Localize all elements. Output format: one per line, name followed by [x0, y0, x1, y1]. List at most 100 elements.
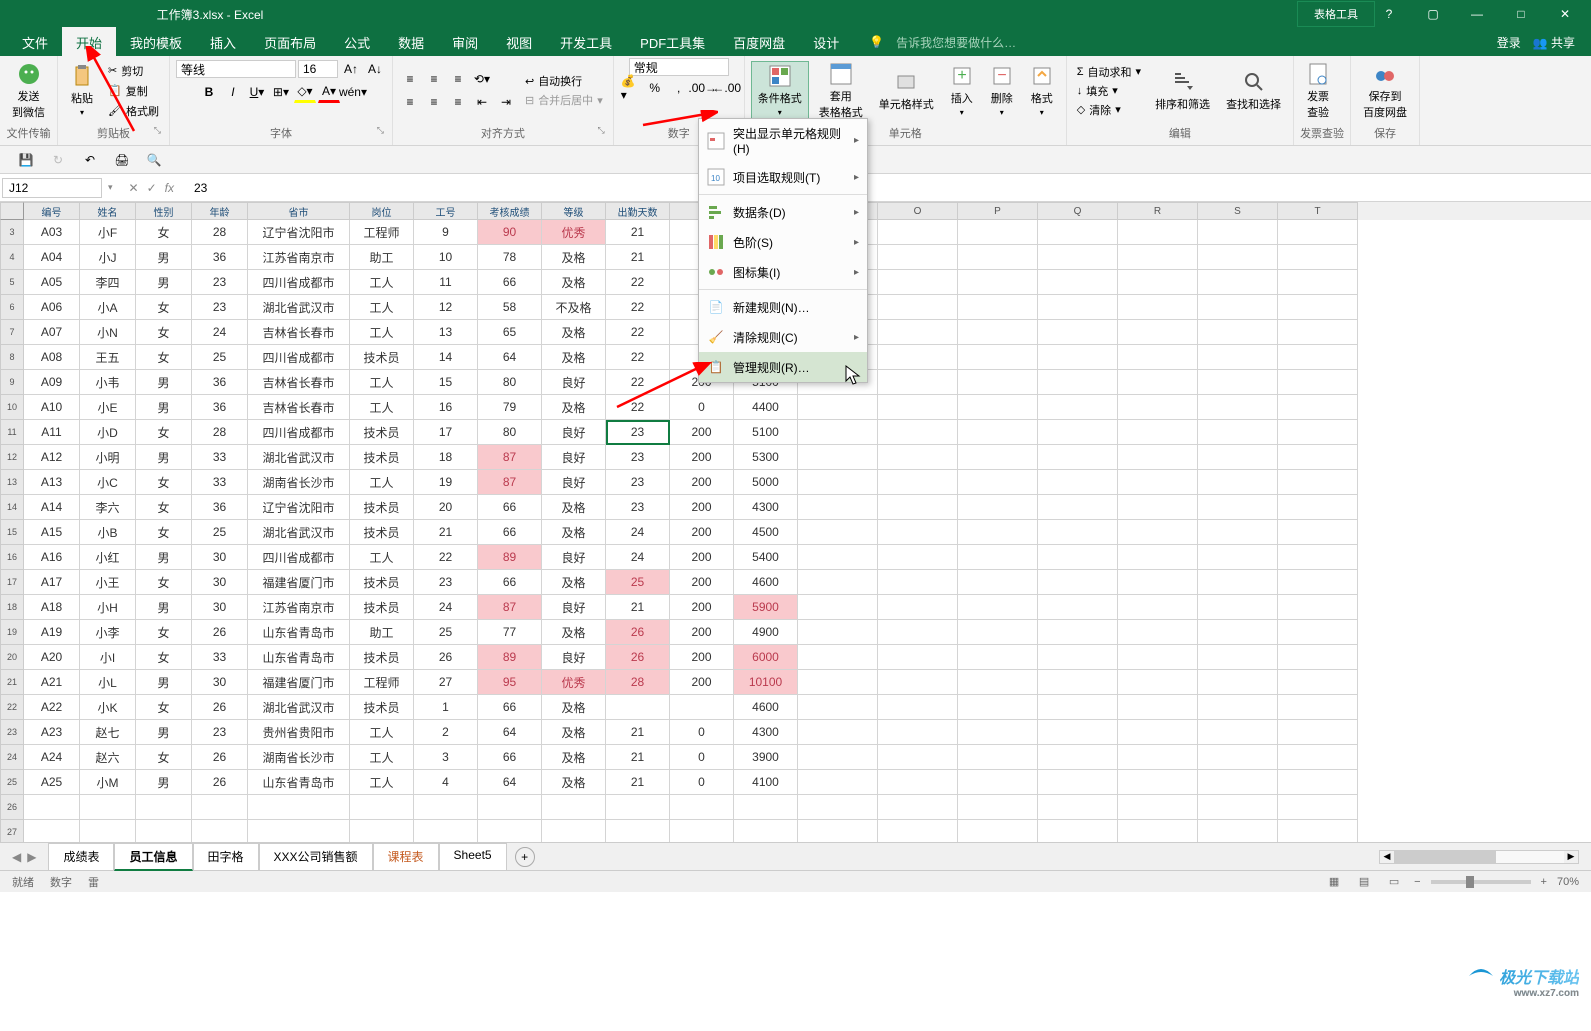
cell[interactable]: [542, 795, 606, 820]
cell[interactable]: 23: [192, 270, 248, 295]
cell[interactable]: 技术员: [350, 345, 414, 370]
cell[interactable]: [1118, 520, 1198, 545]
cell[interactable]: 3: [414, 745, 478, 770]
cell[interactable]: A25: [24, 770, 80, 795]
cell[interactable]: 66: [478, 520, 542, 545]
cell[interactable]: 女: [136, 620, 192, 645]
row-header[interactable]: 7: [0, 320, 24, 345]
cell[interactable]: [1198, 245, 1278, 270]
cell[interactable]: 及格: [542, 770, 606, 795]
cell[interactable]: 江苏省南京市: [248, 245, 350, 270]
cell[interactable]: 28: [192, 220, 248, 245]
cell[interactable]: [1278, 595, 1358, 620]
cell[interactable]: 22: [606, 295, 670, 320]
cell[interactable]: 26: [606, 620, 670, 645]
cell[interactable]: 78: [478, 245, 542, 270]
cell[interactable]: 女: [136, 470, 192, 495]
cell[interactable]: [958, 495, 1038, 520]
view-page-break-icon[interactable]: ▭: [1384, 872, 1404, 892]
menu-item-4[interactable]: 页面布局: [250, 27, 330, 58]
cell[interactable]: 64: [478, 720, 542, 745]
cell[interactable]: [798, 720, 878, 745]
cell[interactable]: 24: [192, 320, 248, 345]
cell[interactable]: A10: [24, 395, 80, 420]
cell[interactable]: [606, 795, 670, 820]
cell[interactable]: A17: [24, 570, 80, 595]
cell[interactable]: [878, 220, 958, 245]
cell[interactable]: [1198, 720, 1278, 745]
cell[interactable]: 及格: [542, 245, 606, 270]
send-wechat-button[interactable]: 发送 到微信: [6, 60, 51, 122]
cell[interactable]: [1278, 745, 1358, 770]
row-header[interactable]: 4: [0, 245, 24, 270]
cell[interactable]: 200: [670, 570, 734, 595]
menu-item-2[interactable]: 我的模板: [116, 27, 196, 58]
cell[interactable]: 22: [606, 320, 670, 345]
cell[interactable]: 男: [136, 595, 192, 620]
cell[interactable]: [1038, 645, 1118, 670]
cell[interactable]: 四川省成都市: [248, 545, 350, 570]
cell[interactable]: [478, 795, 542, 820]
cell[interactable]: 5900: [734, 595, 798, 620]
cell[interactable]: 14: [414, 345, 478, 370]
cell[interactable]: [1198, 470, 1278, 495]
cell[interactable]: 4300: [734, 495, 798, 520]
cell[interactable]: 小N: [80, 320, 136, 345]
cell[interactable]: [958, 420, 1038, 445]
highlight-cell-rules-item[interactable]: 突出显示单元格规则(H)▸: [699, 119, 867, 162]
cell[interactable]: 及格: [542, 345, 606, 370]
delete-cells-button[interactable]: − 删除▾: [984, 62, 1020, 119]
indent-increase-icon[interactable]: ⇥: [495, 91, 517, 113]
cell[interactable]: [1198, 270, 1278, 295]
cell[interactable]: 女: [136, 570, 192, 595]
row-header[interactable]: 13: [0, 470, 24, 495]
cell[interactable]: [1038, 345, 1118, 370]
cell[interactable]: [248, 820, 350, 842]
cell[interactable]: 26: [192, 745, 248, 770]
col-header-K[interactable]: 出勤天数: [606, 202, 670, 220]
copy-button[interactable]: 📋复制: [104, 82, 163, 100]
cell[interactable]: [1118, 445, 1198, 470]
menu-item-12[interactable]: 设计: [799, 27, 853, 58]
cell[interactable]: 77: [478, 620, 542, 645]
undo-icon[interactable]: ↶: [80, 150, 100, 170]
cell[interactable]: 30: [192, 545, 248, 570]
cell[interactable]: 山东省青岛市: [248, 645, 350, 670]
help-icon[interactable]: ?: [1375, 7, 1403, 21]
cell[interactable]: [1278, 770, 1358, 795]
cell[interactable]: A16: [24, 545, 80, 570]
cell[interactable]: 小C: [80, 470, 136, 495]
cell[interactable]: 200: [670, 495, 734, 520]
cell[interactable]: 李四: [80, 270, 136, 295]
cell[interactable]: 27: [414, 670, 478, 695]
cell[interactable]: [1278, 320, 1358, 345]
cell[interactable]: 5100: [734, 420, 798, 445]
cell[interactable]: [798, 545, 878, 570]
cell[interactable]: 33: [192, 445, 248, 470]
increase-font-icon[interactable]: A↑: [340, 58, 362, 80]
cell[interactable]: [1198, 445, 1278, 470]
cell[interactable]: [80, 795, 136, 820]
cell[interactable]: [80, 820, 136, 842]
cell[interactable]: 4300: [734, 720, 798, 745]
cell[interactable]: [798, 395, 878, 420]
cell[interactable]: 小A: [80, 295, 136, 320]
cell[interactable]: 四川省成都市: [248, 270, 350, 295]
cell[interactable]: 4900: [734, 620, 798, 645]
zoom-level[interactable]: 70%: [1557, 876, 1579, 888]
cell[interactable]: A21: [24, 670, 80, 695]
cell[interactable]: 技术员: [350, 695, 414, 720]
cell[interactable]: [1118, 220, 1198, 245]
cell[interactable]: [1278, 720, 1358, 745]
cell[interactable]: 湖北省武汉市: [248, 445, 350, 470]
cell[interactable]: 湖北省武汉市: [248, 520, 350, 545]
cell[interactable]: 男: [136, 770, 192, 795]
cell[interactable]: 赵七: [80, 720, 136, 745]
cell[interactable]: [1118, 245, 1198, 270]
cell[interactable]: 4: [414, 770, 478, 795]
cell[interactable]: 9: [414, 220, 478, 245]
zoom-slider[interactable]: [1431, 880, 1531, 884]
cell[interactable]: 及格: [542, 395, 606, 420]
cell[interactable]: 20: [414, 495, 478, 520]
cell[interactable]: 工人: [350, 720, 414, 745]
